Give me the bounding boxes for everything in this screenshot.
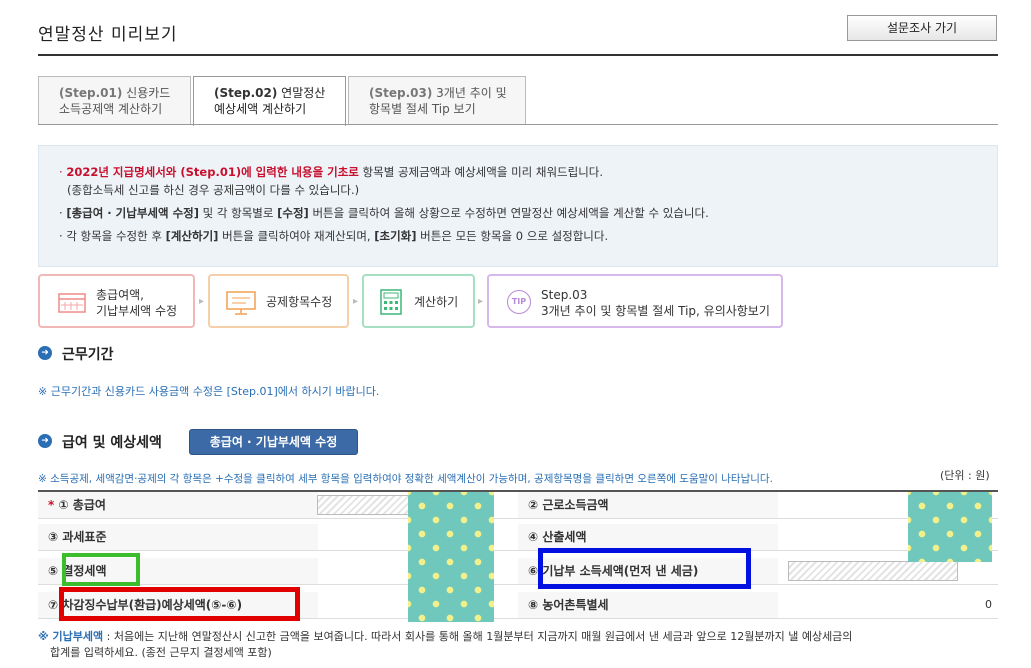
step-edit-salary-button[interactable]: 총급여액, 기납부세액 수정: [38, 274, 195, 328]
notice-l3-c: [수정]: [277, 206, 309, 220]
notice-line-3: · [총급여 · 기납부세액 수정] 및 각 항목별로 [수정] 버튼을 클릭하…: [59, 205, 709, 221]
prepaid-tax-field[interactable]: [788, 561, 958, 581]
tax-base-label[interactable]: ③ 과세표준: [38, 524, 318, 550]
edit-salary-tax-button[interactable]: 총급여 · 기납부세액 수정: [189, 429, 358, 455]
notice-line-1: · 2022년 지급명세서와 (Step.01)에 입력한 내용을 기초로 항목…: [59, 164, 603, 180]
pay-section-info: ※ 소득공제, 세액감면·공제의 각 항목은 +수정을 클릭하여 세부 항목을 …: [38, 473, 773, 485]
step-calculate-button[interactable]: 계산하기: [362, 274, 475, 328]
tab-step01-line1: 신용카드: [126, 86, 171, 100]
notice-bullet-4: ·: [59, 229, 63, 243]
notice-l3-b: 및 각 항목별로: [199, 206, 278, 220]
unit-label: (단위 : 원): [940, 469, 990, 482]
step-edit-deduction-label: 공제항목수정: [266, 295, 333, 309]
title-divider: [38, 54, 998, 56]
notice-l4-d: [초기화]: [374, 229, 417, 243]
notice-bullet-3: ·: [59, 206, 63, 220]
tab-step01-step: (Step.01): [59, 86, 123, 100]
earned-income-label[interactable]: ② 근로소득금액: [518, 492, 778, 518]
step-arrow-icon: ▸: [478, 296, 484, 307]
step-calculate-label: 계산하기: [414, 295, 459, 309]
tab-underline: [38, 124, 998, 125]
highlight-box-blue: [538, 548, 751, 589]
masked-value-block: [908, 492, 992, 562]
total-salary-field[interactable]: [317, 495, 409, 515]
calculated-tax-label[interactable]: ④ 산출세액: [518, 524, 778, 550]
notice-l3-a: [총급여 · 기납부세액 수정]: [66, 206, 200, 220]
notice-line-4: · 각 항목을 수정한 후 [계산하기] 버튼을 클릭하여야 재계산되며, [초…: [59, 228, 608, 244]
tab-step02-step: (Step.02): [214, 86, 278, 100]
tab-step01-line2: 소득공제액 계산하기: [59, 102, 163, 116]
notice-l4-a: 각 항목을 수정한 후: [66, 229, 166, 243]
footer-note-label: ※ 기납부세액: [38, 630, 104, 643]
step-arrow-icon: ▸: [199, 296, 205, 307]
footer-note-text: : 처음에는 지난해 연말정산시 신고한 금액을 보여줍니다. 따라서 회사를 …: [103, 630, 853, 643]
table-row: ③ 과세표준 ④ 산출세액: [38, 524, 998, 551]
tab-step02-line1: 연말정산: [281, 86, 326, 100]
tab-step03-line2: 항목별 절세 Tip 보기: [369, 102, 476, 116]
notice-line-1-rest: 항목별 공제금액과 예상세액을 미리 채워드립니다.: [358, 165, 604, 179]
survey-button[interactable]: 설문조사 가기: [847, 15, 997, 41]
step-edit-salary-line1: 총급여액,: [96, 288, 144, 302]
rural-special-tax-label[interactable]: ⑧ 농어촌특별세: [518, 592, 778, 618]
step-edit-deduction-button[interactable]: 공제항목수정: [208, 274, 349, 328]
step03-tip-button[interactable]: TIP Step.03 3개년 추이 및 항목별 절세 Tip, 유의사항보기: [487, 274, 783, 328]
notice-box: · 2022년 지급명세서와 (Step.01)에 입력한 내용을 기초로 항목…: [38, 145, 998, 267]
tab-step01[interactable]: (Step.01) 신용카드 소득공제액 계산하기: [38, 76, 191, 124]
footer-note-line1: ※ 기납부세액 : 처음에는 지난해 연말정산시 신고한 금액을 보여줍니다. …: [38, 628, 852, 644]
notice-l4-c: 버튼을 클릭하여야 재계산되며,: [218, 229, 375, 243]
work-period-title: 근무기간: [62, 347, 114, 363]
footer-note-line2: 합계를 입력하세요. (종전 근무지 결정세액 포함): [50, 646, 272, 659]
page-title: 연말정산 미리보기: [38, 25, 178, 45]
notice-l4-b: [계산하기]: [165, 229, 219, 243]
work-period-info: ※ 근무기간과 신용카드 사용금액 수정은 [Step.01]에서 하시기 바랍…: [38, 385, 380, 398]
step03-tip-line2: 3개년 추이 및 항목별 절세 Tip, 유의사항보기: [541, 304, 770, 318]
total-salary-text: ① 총급여: [58, 498, 106, 512]
notice-l3-d: 버튼을 클릭하여 올해 상황으로 수정하면 연말정산 예상세액을 계산할 수 있…: [308, 206, 709, 220]
table-row: * ① 총급여 ② 근로소득금액: [38, 492, 998, 519]
calendar-icon: [58, 293, 86, 313]
rural-special-tax-value: 0: [985, 598, 992, 611]
tab-step02-line2: 예상세액 계산하기: [214, 102, 307, 116]
tab-step03-line1: 3개년 추이 및: [436, 86, 507, 100]
section-arrow-icon: ➜: [38, 434, 52, 448]
required-mark: *: [48, 498, 55, 512]
tab-step03-step: (Step.03): [369, 86, 433, 100]
section-arrow-icon: ➜: [38, 346, 52, 360]
step-edit-salary-line2: 기납부세액 수정: [96, 304, 178, 318]
pay-section-title: 급여 및 예상세액: [62, 435, 162, 451]
masked-value-block: [408, 492, 494, 622]
monitor-icon: [226, 291, 256, 315]
step-arrow-icon: ▸: [353, 296, 359, 307]
notice-l4-e: 버튼은 모든 항목을 0 으로 설정합니다.: [416, 229, 609, 243]
highlight-box-green: [62, 553, 140, 586]
step03-tip-line1: Step.03: [541, 288, 588, 302]
calculator-icon: [380, 289, 402, 315]
notice-highlight: 2022년 지급명세서와 (Step.01)에 입력한 내용을 기초로: [66, 165, 359, 179]
tab-step03[interactable]: (Step.03) 3개년 추이 및 항목별 절세 Tip 보기: [348, 76, 526, 124]
tab-step02[interactable]: (Step.02) 연말정산 예상세액 계산하기: [193, 76, 346, 126]
notice-line-2: (종합소득세 신고를 하신 경우 공제금액이 다를 수 있습니다.): [67, 183, 360, 197]
highlight-box-red: [59, 587, 300, 621]
table-row: ⑤ 결정세액 ⑥ 기납부 소득세액(먼저 낸 세금): [38, 558, 998, 585]
total-salary-label[interactable]: * ① 총급여: [38, 492, 318, 518]
notice-bullet-1: ·: [59, 165, 63, 179]
tip-icon: TIP: [507, 290, 531, 314]
